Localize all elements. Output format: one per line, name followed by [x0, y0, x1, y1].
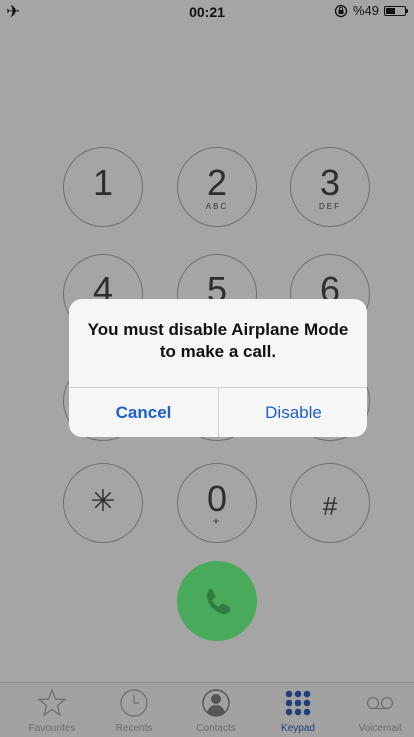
rotation-lock-icon: [334, 4, 348, 17]
alert-message: You must disable Airplane Mode to make a…: [87, 320, 349, 361]
phone-icon: [206, 588, 231, 615]
call-button[interactable]: [177, 561, 257, 641]
key-letters: ABC: [205, 202, 229, 211]
disable-button[interactable]: Disable: [219, 388, 367, 437]
tab-favourites[interactable]: Favourites: [11, 683, 93, 737]
battery-level: [386, 7, 395, 14]
key-3[interactable]: 3 DEF: [290, 147, 370, 227]
tab-label: Keypad: [281, 723, 315, 734]
key-digit: ✳: [90, 485, 116, 518]
person-icon: [202, 689, 230, 717]
key-0[interactable]: 0 +: [177, 463, 257, 543]
key-digit: 3: [319, 162, 341, 203]
star-icon: [37, 688, 67, 717]
tab-label: Recents: [115, 723, 153, 734]
key-letters: +: [212, 514, 222, 528]
key-star[interactable]: ✳: [63, 463, 143, 543]
key-digit: 0: [206, 478, 228, 519]
clock-icon: [120, 689, 148, 717]
tab-voicemail[interactable]: Voicemail: [339, 683, 414, 737]
key-hash[interactable]: #: [290, 463, 370, 543]
tab-bar: Favourites Recents Contacts Keypad Voice…: [0, 682, 414, 737]
voicemail-icon: [366, 696, 394, 710]
airplane-mode-alert: You must disable Airplane Mode to make a…: [69, 299, 367, 437]
phone-screen: ✈ 00:21 %49 1 2 ABC 3 DEF 4 5 6 ✳ 0 + # …: [0, 0, 414, 737]
tab-label: Voicemail: [358, 723, 402, 734]
key-digit: 2: [206, 162, 228, 203]
tab-keypad[interactable]: Keypad: [257, 683, 339, 737]
status-bar: ✈ 00:21 %49: [0, 0, 414, 22]
key-digit: 1: [92, 162, 114, 203]
key-2[interactable]: 2 ABC: [177, 147, 257, 227]
battery-icon: [384, 5, 408, 16]
keypad-icon: [285, 690, 311, 716]
tab-contacts[interactable]: Contacts: [175, 683, 257, 737]
battery-percent: %49: [352, 3, 379, 18]
key-1[interactable]: 1: [63, 147, 143, 227]
status-right: %49: [334, 3, 408, 18]
tab-label: Contacts: [196, 723, 236, 734]
tab-recents[interactable]: Recents: [93, 683, 175, 737]
cancel-button[interactable]: Cancel: [69, 388, 218, 437]
key-digit: #: [322, 491, 338, 521]
tab-label: Favourites: [28, 723, 76, 734]
key-letters: DEF: [319, 202, 341, 211]
